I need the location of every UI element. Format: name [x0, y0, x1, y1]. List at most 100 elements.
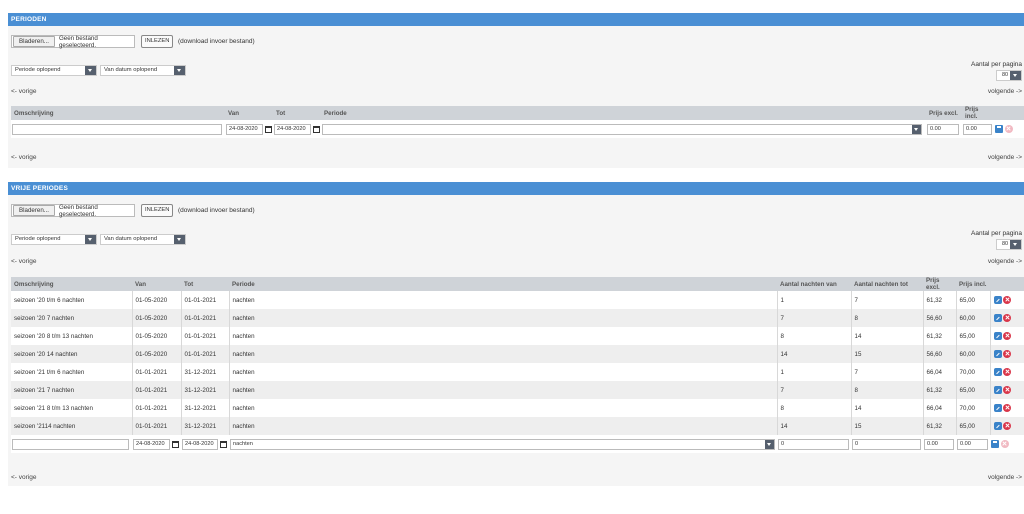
perioden-file-status: Geen bestand geselecteerd. — [58, 34, 98, 49]
cell-prijs-incl: 70,00 — [956, 363, 991, 381]
tot-date-input[interactable]: 24-08-2020 — [274, 123, 311, 135]
vrije-inlezen-button[interactable]: INLEZEN — [141, 204, 174, 217]
edit-icon[interactable] — [993, 386, 1002, 394]
perioden-next-link[interactable]: volgende -> — [988, 88, 1022, 95]
cell-van: 01-01-2021 — [132, 363, 182, 381]
cell-nachten-tot: 14 — [851, 399, 924, 417]
cell-van: 01-05-2020 — [132, 327, 182, 345]
edit-icon[interactable] — [993, 296, 1002, 304]
delete-icon[interactable] — [1003, 332, 1012, 340]
tot-date-input[interactable]: 24-08-2020 — [182, 438, 218, 450]
cell-periode: nachten — [229, 327, 778, 345]
periode-select[interactable]: nachten — [230, 438, 775, 450]
cell-nachten-tot: 15 — [851, 417, 924, 435]
delete-icon[interactable] — [1003, 350, 1012, 358]
vrije-sort-select-2[interactable]: Van datum oplopend — [100, 234, 186, 245]
vrije-next-link-bottom[interactable]: volgende -> — [988, 474, 1022, 481]
cell-van: 01-05-2020 — [132, 345, 182, 363]
delete-icon[interactable] — [1003, 422, 1012, 430]
table-row: seizoen '2114 nachten 01-01-2021 31-12-202… — [11, 417, 1024, 435]
perioden-download-link[interactable]: (download invoer bestand) — [178, 38, 255, 45]
cell-tot: 01-01-2021 — [181, 291, 230, 309]
vrije-perioden-title: VRIJE PERIODES — [8, 182, 1024, 195]
cell-nachten-van: 8 — [777, 399, 852, 417]
cell-van: 01-01-2021 — [132, 417, 182, 435]
chevron-down-icon — [1010, 71, 1021, 80]
perioden-panel: PERIODEN Bladeren... Geen bestand gesele… — [8, 13, 1024, 168]
cell-nachten-van: 7 — [777, 309, 852, 327]
perioden-prev-link-bottom[interactable]: <- vorige — [11, 154, 36, 161]
calendar-icon[interactable] — [172, 440, 179, 448]
perioden-prev-link[interactable]: <- vorige — [11, 88, 36, 95]
cell-tot: 01-01-2021 — [181, 327, 230, 345]
perioden-file-input[interactable]: Bladeren... Geen bestand geselecteerd. — [11, 34, 135, 49]
chevron-down-icon — [85, 235, 96, 244]
cell-prijs-incl: 60,00 — [956, 309, 991, 327]
delete-icon[interactable] — [1003, 314, 1012, 322]
nachten-tot-input[interactable]: 0 — [852, 438, 921, 450]
van-date-input[interactable]: 24-08-2020 — [226, 123, 263, 135]
vrije-per-page-select[interactable]: 80 — [996, 239, 1022, 250]
table-row: seizoen '20 14 nachten 01-05-2020 01-01-20… — [11, 345, 1024, 363]
cell-nachten-tot: 14 — [851, 327, 924, 345]
edit-icon[interactable] — [993, 404, 1002, 412]
perioden-new-row: 24-08-2020 24-08-2020 0.00 0.00 — [11, 120, 1024, 138]
omschrijving-input[interactable] — [12, 123, 222, 135]
delete-icon[interactable] — [1003, 296, 1012, 304]
perioden-inlezen-button[interactable]: INLEZEN — [141, 35, 174, 48]
edit-icon[interactable] — [993, 332, 1002, 340]
periode-select[interactable] — [322, 123, 922, 135]
cell-nachten-tot: 7 — [851, 291, 924, 309]
row-actions — [990, 345, 1024, 363]
cell-tot: 01-01-2021 — [181, 345, 230, 363]
perioden-sort-select-2[interactable]: Van datum oplopend — [100, 65, 186, 76]
cell-periode: nachten — [229, 291, 778, 309]
vrije-next-link[interactable]: volgende -> — [988, 258, 1022, 265]
prijs-excl-input[interactable]: 0.00 — [927, 123, 959, 135]
edit-icon[interactable] — [993, 368, 1002, 376]
vrije-prev-link-bottom[interactable]: <- vorige — [11, 474, 36, 481]
cell-periode: nachten — [229, 345, 778, 363]
cell-nachten-van: 8 — [777, 327, 852, 345]
perioden-table-header: Omschrijving Van Tot Periode Prijs excl.… — [11, 106, 1024, 120]
omschrijving-input[interactable] — [12, 438, 129, 450]
calendar-icon[interactable] — [220, 440, 227, 448]
edit-icon[interactable] — [993, 314, 1002, 322]
edit-icon[interactable] — [993, 422, 1002, 430]
perioden-per-page-select[interactable]: 80 — [996, 70, 1022, 81]
prijs-incl-input[interactable]: 0.00 — [963, 123, 992, 135]
delete-icon[interactable] — [1003, 368, 1012, 376]
cell-prijs-excl: 61,32 — [923, 381, 957, 399]
edit-icon[interactable] — [993, 350, 1002, 358]
table-row: seizoen '20 t/m 6 nachten 01-05-2020 01-01… — [11, 291, 1024, 309]
vrije-sort-select[interactable]: Periode oplopend — [11, 234, 97, 245]
delete-icon[interactable] — [1003, 386, 1012, 394]
delete-icon — [1004, 125, 1013, 133]
calendar-icon[interactable] — [313, 125, 320, 133]
cell-tot: 31-12-2021 — [181, 399, 230, 417]
save-icon[interactable] — [991, 440, 999, 448]
vrije-browse-button[interactable]: Bladeren... — [13, 205, 55, 216]
prijs-excl-input[interactable]: 0.00 — [924, 438, 954, 450]
prijs-incl-input[interactable]: 0.00 — [957, 438, 988, 450]
van-date-input[interactable]: 24-08-2020 — [133, 438, 170, 450]
perioden-next-link-bottom[interactable]: volgende -> — [988, 154, 1022, 161]
cell-tot: 31-12-2021 — [181, 381, 230, 399]
cell-prijs-excl: 56,60 — [923, 345, 957, 363]
col-prijs-incl: Prijs incl. — [956, 277, 990, 291]
perioden-browse-button[interactable]: Bladeren... — [13, 36, 55, 47]
col-prijs-incl: Prijs incl. — [962, 106, 994, 120]
cell-omschrijving: seizoen '20 7 nachten — [11, 309, 133, 327]
vrije-file-input[interactable]: Bladeren... Geen bestand geselecteerd. — [11, 204, 135, 218]
nachten-van-input[interactable]: 0 — [778, 438, 849, 450]
delete-icon[interactable] — [1003, 404, 1012, 412]
vrije-prev-link[interactable]: <- vorige — [11, 258, 36, 265]
cell-prijs-excl: 66,04 — [923, 363, 957, 381]
save-icon[interactable] — [995, 125, 1003, 133]
vrije-download-link[interactable]: (download invoer bestand) — [178, 207, 255, 214]
cell-periode: nachten — [229, 363, 778, 381]
perioden-per-page-label: Aantal per pagina — [971, 61, 1022, 68]
perioden-sort-select[interactable]: Periode oplopend — [11, 65, 97, 76]
calendar-icon[interactable] — [265, 125, 272, 133]
cell-omschrijving: seizoen '21 7 nachten — [11, 381, 133, 399]
